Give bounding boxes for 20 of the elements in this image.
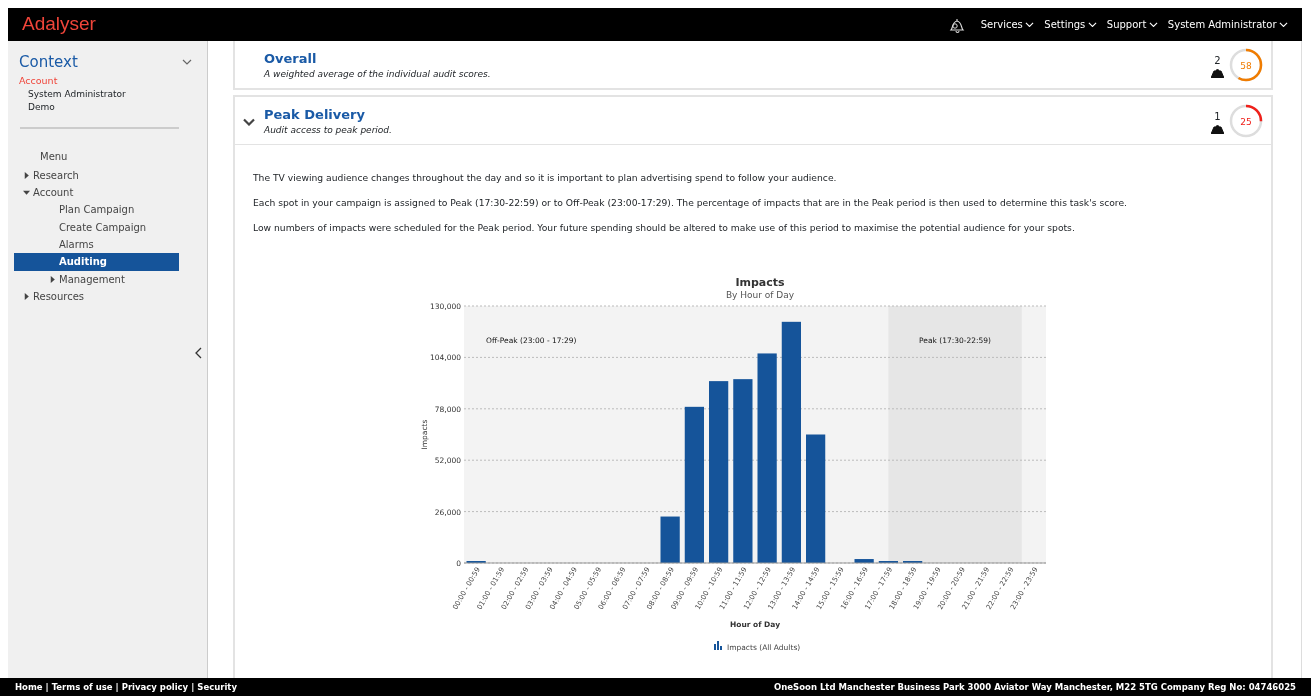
paragraph: Low numbers of impacts were scheduled for the Peak period. Your future spending should be altered to make use of this period to maximise the potential audience for your spots.: [253, 220, 1076, 235]
context-title: Context: [19, 52, 78, 73]
section-subtitle: A weighted average of the individual audit scores.: [264, 68, 491, 81]
chart-title: Impacts: [735, 276, 785, 290]
context-label: Account: [18, 73, 59, 88]
paragraph: Each spot in your campaign is assigned to Peak (17:30-22:59) or to Off-Peak (23:00-17:29). The percentage of impacts that are in the Peak period is then used to determine this task's score.: [253, 195, 1129, 210]
chart-subtitle: By Hour of Day: [725, 290, 795, 301]
score-gauge: 25: [1229, 104, 1263, 138]
context-value: System Administrator: [27, 87, 127, 101]
separator: |: [191, 681, 195, 692]
paragraph: The TV viewing audience changes throughout the day and so it is important to plan advertising spend to follow your audience.: [253, 171, 838, 185]
score-gauge: 58: [1229, 48, 1263, 82]
menu-heading: Menu: [39, 150, 69, 165]
weight-count: 1: [1214, 109, 1221, 124]
separator: |: [45, 681, 49, 692]
weight-count: 2: [1214, 53, 1221, 68]
section-subtitle: Audit access to peak period.: [264, 124, 392, 137]
separator: |: [115, 681, 119, 692]
context-value: Demo: [27, 101, 56, 115]
footer-text: OneSoon Ltd Manchester Business Park 3000 Aviator Way Manchester, M22 5TG Company Reg No: 04746025: [774, 680, 1296, 694]
